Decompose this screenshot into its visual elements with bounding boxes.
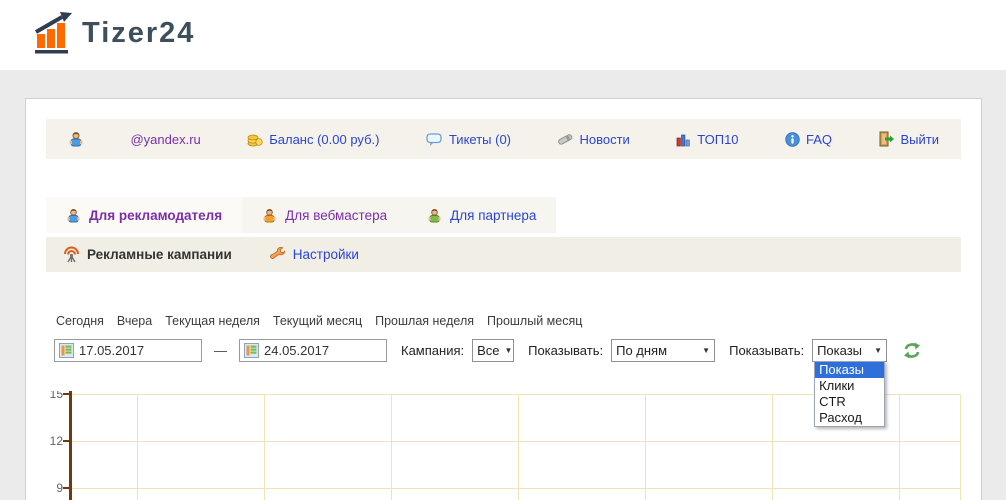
- tab-label: Для рекламодателя: [89, 207, 223, 223]
- logout-item[interactable]: Выйти: [879, 131, 940, 147]
- tab-label: Для вебмастера: [285, 207, 388, 223]
- gridline-v: [772, 394, 773, 500]
- y-tick-label: 12: [49, 434, 63, 448]
- person-blue-icon: [69, 132, 83, 147]
- gridline-v: [518, 394, 519, 500]
- chevron-down-icon: ▼: [874, 345, 883, 355]
- filter-row: — Кампания: Все ▼ Показывать: По дням: [46, 338, 961, 428]
- date-from-box[interactable]: [54, 338, 202, 362]
- account-email-link[interactable]: @yandex.ru: [130, 132, 200, 147]
- metric-select[interactable]: Показы ▼: [812, 338, 888, 362]
- group-label: Показывать:: [528, 342, 604, 358]
- news-pencil-icon: [558, 134, 573, 145]
- user-icon: [68, 131, 84, 147]
- chevron-down-icon: ▼: [504, 345, 513, 355]
- tab-partner[interactable]: Для партнера: [407, 197, 557, 233]
- dropdown-option-spend[interactable]: Расход: [815, 410, 884, 426]
- news-item[interactable]: Новости: [557, 131, 630, 147]
- chevron-down-icon: ▼: [702, 345, 711, 355]
- gridline-v: [391, 394, 392, 500]
- gridline-v: [899, 394, 900, 500]
- menu-settings-label[interactable]: Настройки: [293, 247, 359, 262]
- range-last-week[interactable]: Прошлая неделя: [375, 314, 474, 328]
- wrench-icon: [269, 246, 285, 259]
- calendar-icon[interactable]: [244, 342, 259, 358]
- range-yesterday[interactable]: Вчера: [117, 314, 152, 328]
- person-green-icon: [428, 208, 441, 223]
- date-to-box[interactable]: [239, 338, 387, 362]
- top10-chart-icon: [676, 134, 691, 146]
- news-link[interactable]: Новости: [579, 132, 629, 147]
- site-header: Tizer24: [0, 0, 1006, 70]
- metric-select-wrap: Показы ▼ Показы Клики CTR Расход: [812, 338, 888, 428]
- tab-webmaster[interactable]: Для вебмастера: [242, 197, 408, 233]
- refresh-icon: [904, 342, 921, 358]
- menu-item-settings[interactable]: Настройки: [269, 246, 359, 263]
- dropdown-option-ctr[interactable]: CTR: [815, 394, 884, 410]
- refresh-button[interactable]: [903, 342, 921, 359]
- range-last-month[interactable]: Прошлый месяц: [487, 314, 582, 328]
- ticket-bubble-icon: [426, 132, 442, 146]
- gridline-h: [70, 441, 961, 442]
- menu-item-campaigns[interactable]: Рекламные кампании: [63, 246, 232, 263]
- group-select-value: По дням: [616, 342, 668, 358]
- axis-tick: [63, 487, 72, 489]
- page: { "header": { "logo_text": "Tizer24" }, …: [0, 0, 1006, 500]
- gridline-v: [137, 394, 138, 500]
- logo-chart-icon: [35, 12, 72, 54]
- date-range-dash: —: [214, 342, 227, 358]
- metric-label: Показывать:: [729, 342, 805, 358]
- balance-item[interactable]: Баланс (0.00 руб.): [247, 131, 379, 147]
- axis-tick: [63, 440, 72, 442]
- faq-link[interactable]: FAQ: [806, 132, 832, 147]
- tab-label: Для партнера: [450, 207, 537, 223]
- campaign-select-value: Все: [477, 342, 500, 358]
- antenna-icon: [64, 246, 79, 263]
- gridline-v: [645, 394, 646, 500]
- y-tick-label: 15: [49, 391, 63, 401]
- dropdown-option-clicks[interactable]: Клики: [815, 378, 884, 394]
- menu-campaigns-label: Рекламные кампании: [87, 247, 232, 262]
- dropdown-option-impressions[interactable]: Показы: [815, 361, 885, 378]
- tab-advertiser[interactable]: Для рекламодателя: [46, 197, 243, 233]
- gridline-h: [70, 488, 961, 489]
- logo-text: Tizer24: [82, 16, 196, 49]
- tickets-link[interactable]: Тикеты (0): [449, 132, 511, 147]
- range-today[interactable]: Сегодня: [56, 314, 104, 328]
- date-from-input[interactable]: [79, 342, 179, 358]
- gridline-v: [960, 394, 961, 500]
- content-panel: @yandex.ru Баланс (0.00 руб.) Тикеты (0): [25, 98, 982, 500]
- group-select[interactable]: По дням ▼: [611, 338, 716, 362]
- balance-link[interactable]: Баланс (0.00 руб.): [269, 132, 379, 147]
- logout-link[interactable]: Выйти: [901, 132, 940, 147]
- person-orange-icon: [263, 208, 276, 223]
- chart-y-axis: [69, 391, 72, 500]
- exit-door-icon: [879, 131, 894, 147]
- person-blue-icon: [67, 208, 80, 223]
- coins-icon: [247, 134, 263, 147]
- logo[interactable]: Tizer24: [34, 10, 195, 56]
- metric-select-value: Показы: [817, 342, 863, 358]
- top10-item[interactable]: ТОП10: [676, 132, 739, 147]
- section-menu: Рекламные кампании Настройки: [46, 237, 961, 272]
- calendar-icon[interactable]: [59, 342, 74, 358]
- range-current-week[interactable]: Текущая неделя: [165, 314, 260, 328]
- campaign-label: Кампания:: [401, 342, 465, 358]
- top10-link[interactable]: ТОП10: [697, 132, 738, 147]
- campaign-select[interactable]: Все ▼: [472, 338, 515, 362]
- axis-tick: [63, 393, 72, 395]
- faq-item[interactable]: FAQ: [785, 132, 832, 147]
- date-to-input[interactable]: [264, 342, 364, 358]
- user-bar: @yandex.ru Баланс (0.00 руб.) Тикеты (0): [46, 119, 961, 159]
- info-icon: [785, 131, 800, 147]
- range-current-month[interactable]: Текущий месяц: [273, 314, 362, 328]
- tickets-item[interactable]: Тикеты (0): [426, 132, 511, 147]
- quick-ranges: Сегодня Вчера Текущая неделя Текущий мес…: [46, 314, 961, 328]
- y-tick-label: 9: [56, 481, 63, 495]
- metric-dropdown: Показы Клики CTR Расход: [814, 360, 886, 428]
- role-tabs: Для рекламодателя Для вебмастера Для пар…: [46, 197, 961, 233]
- gridline-v: [264, 394, 265, 500]
